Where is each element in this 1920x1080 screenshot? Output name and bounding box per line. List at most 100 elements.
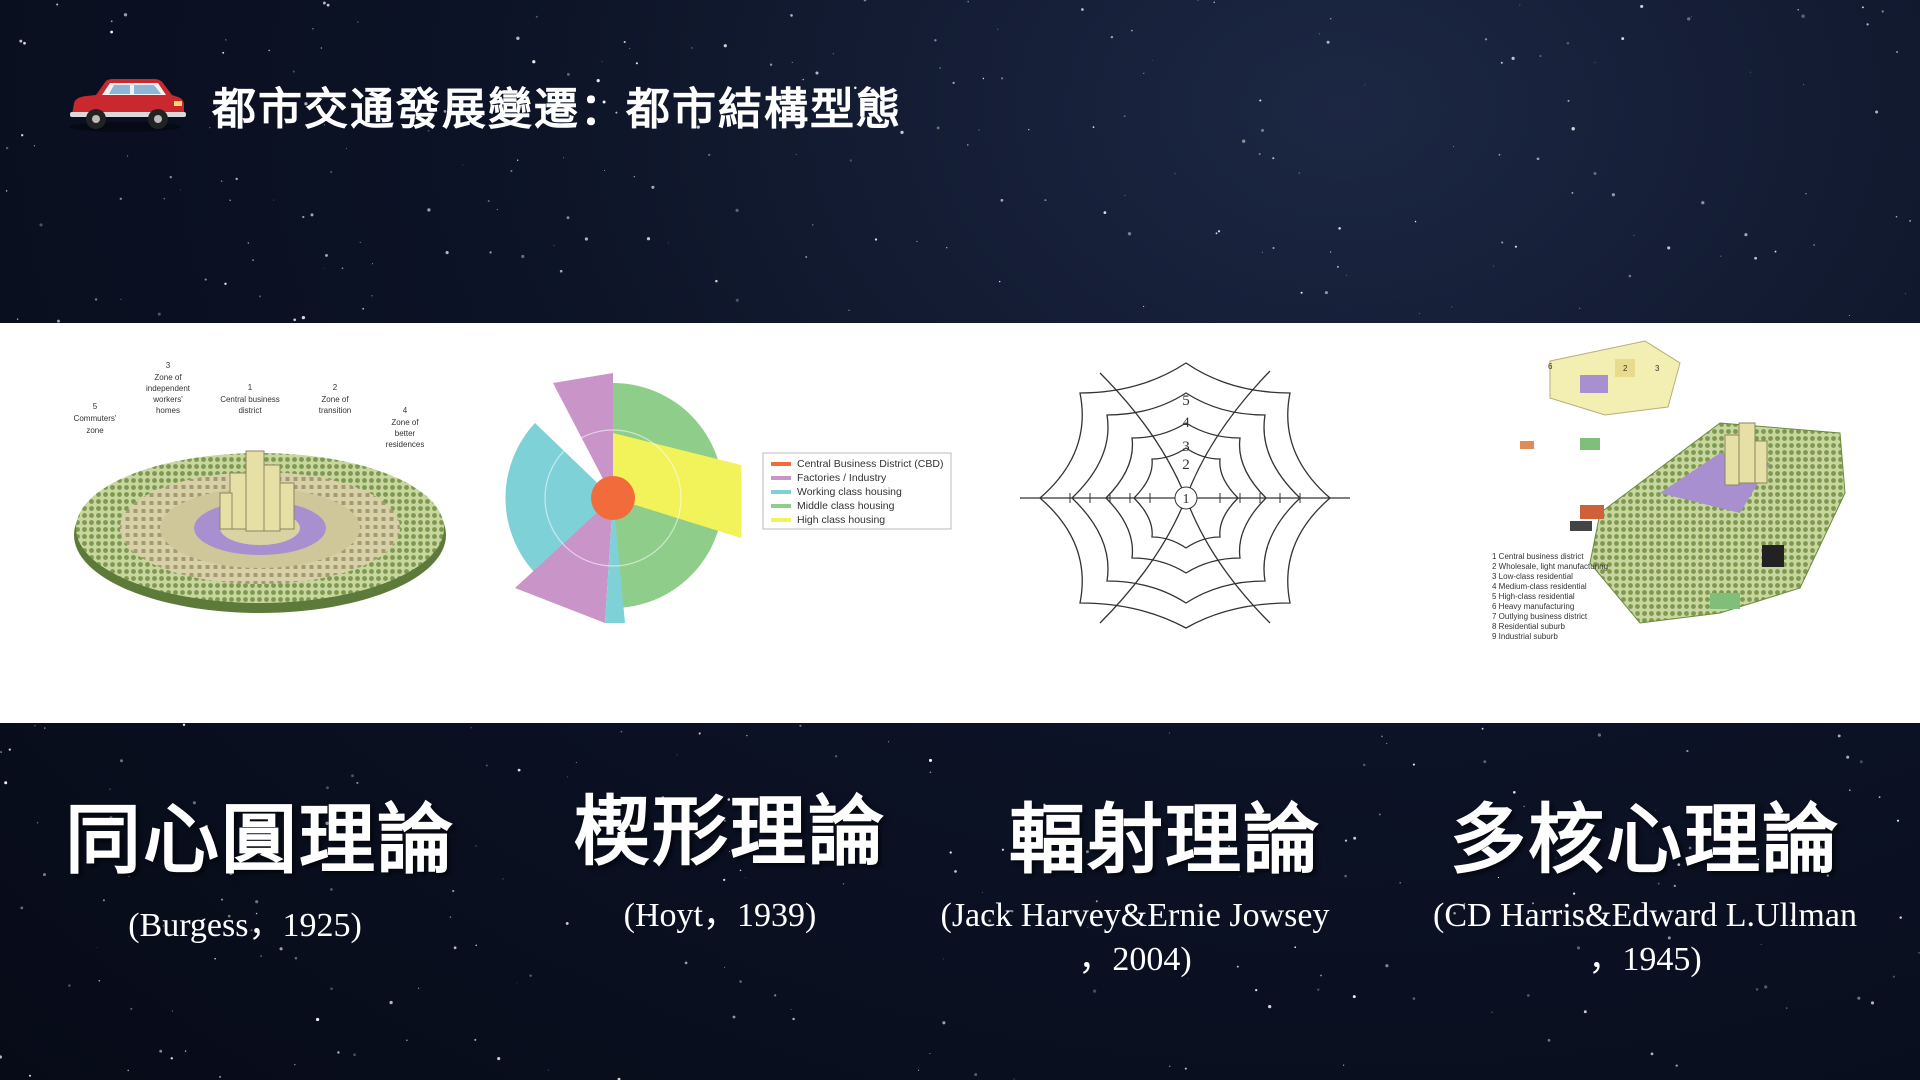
hoyt-legend-factories: Factories / Industry bbox=[797, 472, 887, 484]
star bbox=[604, 169, 606, 171]
star bbox=[219, 1075, 222, 1078]
star bbox=[123, 13, 128, 17]
star bbox=[110, 30, 114, 34]
diagram-band: 5 Commuters' zone 3 Zone of independent … bbox=[0, 323, 1920, 723]
star bbox=[1837, 734, 1841, 738]
star bbox=[732, 1015, 736, 1019]
star bbox=[1317, 988, 1320, 991]
star bbox=[790, 14, 793, 17]
star bbox=[1123, 115, 1126, 118]
star bbox=[29, 1074, 31, 1077]
star bbox=[1336, 265, 1339, 268]
star bbox=[535, 15, 538, 18]
star bbox=[120, 298, 122, 300]
star bbox=[832, 53, 835, 55]
label-zone-2-line1: Zone of bbox=[321, 395, 349, 404]
star bbox=[225, 39, 227, 41]
star bbox=[684, 961, 688, 965]
star bbox=[268, 49, 270, 52]
star bbox=[1754, 256, 1757, 260]
star bbox=[1611, 193, 1616, 197]
star bbox=[952, 81, 955, 84]
star bbox=[1701, 201, 1705, 205]
star bbox=[1215, 232, 1218, 235]
star bbox=[310, 213, 314, 217]
star bbox=[1028, 129, 1030, 131]
star bbox=[294, 956, 298, 960]
star bbox=[1749, 71, 1751, 73]
ring-label-4: 4 bbox=[1182, 415, 1190, 431]
star bbox=[620, 730, 623, 733]
star bbox=[1896, 819, 1900, 822]
star bbox=[127, 1069, 130, 1072]
star bbox=[792, 1017, 795, 1021]
hoyt-legend-cbd: Central Business District (CBD) bbox=[797, 458, 943, 470]
star bbox=[723, 44, 727, 48]
star bbox=[171, 1010, 173, 1012]
star bbox=[939, 67, 941, 69]
star bbox=[34, 725, 36, 727]
label-zone-1-line1: Central business bbox=[220, 395, 280, 404]
star bbox=[584, 237, 588, 241]
star bbox=[1000, 198, 1004, 202]
hoyt-sectors bbox=[505, 373, 741, 623]
star bbox=[260, 955, 262, 957]
star bbox=[1352, 995, 1356, 999]
star bbox=[790, 1008, 792, 1011]
star bbox=[323, 267, 325, 269]
star bbox=[1536, 157, 1540, 161]
star bbox=[1412, 997, 1416, 1000]
star bbox=[1260, 128, 1265, 132]
star bbox=[1364, 84, 1366, 86]
star bbox=[1621, 37, 1625, 41]
star bbox=[1500, 61, 1503, 64]
star bbox=[159, 1049, 163, 1053]
multi-nuclei-diagram: 6 2 3 1 Central business district 2 Whol… bbox=[1492, 340, 1846, 641]
car-icon bbox=[69, 79, 186, 132]
star bbox=[1044, 199, 1047, 202]
star bbox=[302, 215, 305, 219]
star bbox=[5, 146, 9, 150]
star bbox=[1899, 916, 1902, 919]
star bbox=[1797, 9, 1799, 11]
star bbox=[1483, 760, 1487, 764]
star bbox=[1813, 244, 1816, 246]
star bbox=[98, 979, 101, 982]
star bbox=[1484, 38, 1488, 41]
star bbox=[182, 723, 186, 727]
star bbox=[259, 295, 262, 298]
star bbox=[1168, 732, 1170, 734]
star bbox=[1127, 232, 1132, 236]
star bbox=[735, 208, 739, 213]
star bbox=[326, 3, 330, 7]
star bbox=[1481, 727, 1484, 730]
star bbox=[563, 157, 565, 159]
star bbox=[1330, 18, 1332, 20]
star bbox=[1258, 152, 1261, 156]
burgess-labels: 5 Commuters' zone 3 Zone of independent … bbox=[74, 361, 425, 449]
star bbox=[68, 984, 71, 987]
label-zone-3-num: 3 bbox=[166, 361, 171, 370]
label-zone-3-line1: Zone of bbox=[154, 373, 182, 382]
theory-name: 楔形理論 bbox=[574, 787, 886, 876]
star bbox=[1514, 245, 1517, 248]
star bbox=[724, 966, 726, 968]
star bbox=[532, 60, 536, 64]
star bbox=[502, 878, 504, 880]
star bbox=[1268, 1004, 1272, 1009]
hoyt-legend-working: Working class housing bbox=[797, 486, 902, 498]
star bbox=[247, 242, 249, 244]
star bbox=[1103, 211, 1107, 214]
star bbox=[575, 762, 577, 764]
ring-label-5: 5 bbox=[1182, 393, 1190, 409]
star bbox=[529, 974, 532, 977]
star bbox=[1143, 72, 1145, 74]
label-zone-5-num: 5 bbox=[93, 402, 98, 411]
star bbox=[1744, 233, 1748, 237]
star bbox=[517, 768, 521, 772]
multi-legend: 1 Central business district 2 Wholesale,… bbox=[1492, 552, 1608, 641]
star bbox=[918, 1069, 920, 1071]
star bbox=[351, 774, 354, 778]
star bbox=[180, 189, 182, 191]
star bbox=[1918, 952, 1920, 954]
